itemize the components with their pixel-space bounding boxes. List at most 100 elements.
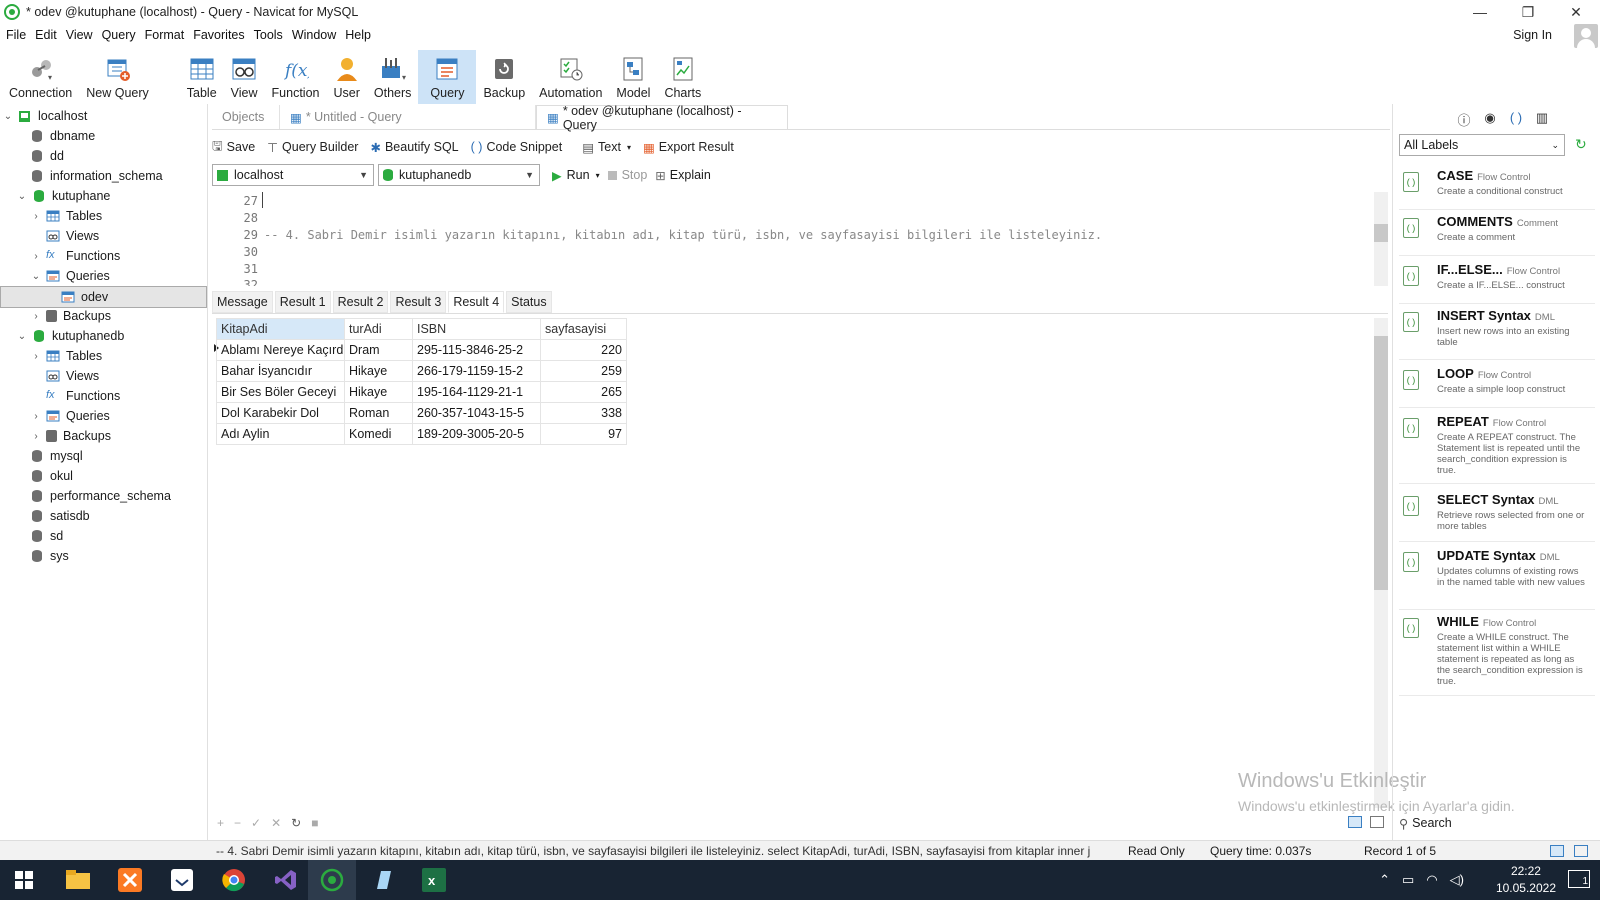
tree-node-functions[interactable]: fx Functions xyxy=(46,386,120,406)
menu-edit[interactable]: Edit xyxy=(31,28,61,42)
run-button[interactable]: ▶ Run ▾ xyxy=(552,168,600,183)
chevron-right-icon[interactable]: › xyxy=(30,411,42,422)
menu-query[interactable]: Query xyxy=(98,28,140,42)
add-record-button[interactable]: + xyxy=(217,816,224,830)
wifi-icon[interactable]: ◠ xyxy=(1426,872,1437,888)
snippet-repeat[interactable]: ( ) REPEAT Flow Control Create A REPEAT con… xyxy=(1399,414,1595,484)
table-row[interactable]: Bir Ses Böler Geceyi Hikaye 195-164-1129… xyxy=(216,381,627,403)
taskbar-xampp[interactable] xyxy=(106,860,154,900)
restore-button[interactable]: ❐ xyxy=(1504,0,1552,24)
cell-sayfasayisi[interactable]: 259 xyxy=(540,360,627,382)
snippet-loop[interactable]: ( ) LOOP Flow Control Create a simple loop … xyxy=(1399,366,1595,408)
discard-changes-button[interactable]: ✕ xyxy=(271,816,281,830)
volume-icon[interactable]: ◁) xyxy=(1450,872,1464,888)
snippet-insert-syntax[interactable]: ( ) INSERT Syntax DML Insert new rows into … xyxy=(1399,308,1595,360)
refresh-snippets-icon[interactable]: ↻ xyxy=(1575,136,1587,153)
explain-button[interactable]: ⊞ Explain xyxy=(655,168,710,183)
taskbar-notepad[interactable] xyxy=(360,860,408,900)
delete-record-button[interactable]: − xyxy=(234,816,241,830)
user-button[interactable]: User xyxy=(327,50,367,104)
tree-node-sd[interactable]: sd xyxy=(30,526,63,546)
sql-editor[interactable]: 27 28 29 30 31 32 -- 4. Sabri Demir isim… xyxy=(212,192,1388,286)
tree-node-localhost[interactable]: ⌄ localhost xyxy=(2,106,88,126)
model-button[interactable]: Model xyxy=(609,50,657,104)
tree-node-performance-schema[interactable]: performance_schema xyxy=(30,486,171,506)
cell-kitapadi[interactable]: Adı Aylin xyxy=(216,423,345,445)
taskbar-visual-studio[interactable] xyxy=(262,860,310,900)
cell-isbn[interactable]: 295-115-3846-25-2 xyxy=(412,339,541,361)
battery-icon[interactable]: ▭ xyxy=(1402,872,1414,888)
template-icon[interactable]: ▥ xyxy=(1529,110,1555,129)
chevron-down-icon[interactable]: ⌄ xyxy=(2,111,14,122)
cell-kitapadi[interactable]: Ablamı Nereye Kaçırdı xyxy=(216,339,345,361)
form-view-icon[interactable] xyxy=(1370,816,1384,828)
stop-button[interactable]: Stop xyxy=(607,168,647,182)
automation-button[interactable]: Automation xyxy=(532,50,609,104)
taskbar-excel[interactable]: x xyxy=(410,860,458,900)
sign-in-link[interactable]: Sign In xyxy=(1513,28,1552,42)
tree-node-views[interactable]: Views xyxy=(46,226,99,246)
cell-isbn[interactable]: 189-209-3005-20-5 xyxy=(412,423,541,445)
snippet-case[interactable]: ( ) CASE Flow Control Create a conditional … xyxy=(1399,168,1595,210)
menu-file[interactable]: File xyxy=(2,28,30,42)
backup-button[interactable]: Backup xyxy=(476,50,532,104)
column-header-sayfasayisi[interactable]: sayfasayisi xyxy=(540,318,627,340)
table-row[interactable]: Ablamı Nereye Kaçırdı Dram 295-115-3846-… xyxy=(216,339,627,361)
text-button[interactable]: ▤ Text ▾ xyxy=(582,140,631,155)
menu-format[interactable]: Format xyxy=(141,28,189,42)
function-button[interactable]: f(x) Function xyxy=(265,50,327,104)
tree-node-dbname[interactable]: dbname xyxy=(30,126,95,146)
snippet-if-else[interactable]: ( ) IF...ELSE... Flow Control Create a IF..… xyxy=(1399,262,1595,304)
taskbar-clock[interactable]: 22:22 10.05.2022 xyxy=(1496,863,1556,897)
query-button[interactable]: Query xyxy=(418,50,477,104)
menu-view[interactable]: View xyxy=(62,28,97,42)
tree-node-information-schema[interactable]: information_schema xyxy=(30,166,163,186)
tree-node-queries[interactable]: ⌄ Queries xyxy=(30,266,110,286)
tree-node-okul[interactable]: okul xyxy=(30,466,73,486)
taskbar-app[interactable] xyxy=(158,860,206,900)
database-select[interactable]: kutuphanedb ▼ xyxy=(378,164,540,186)
cell-kitapadi[interactable]: Bahar İsyancıdır xyxy=(216,360,345,382)
query-builder-button[interactable]: ⊤ Query Builder xyxy=(267,140,358,155)
save-button[interactable]: 🖫 Save xyxy=(212,137,255,158)
snippet-while[interactable]: ( ) WHILE Flow Control Create a WHILE const… xyxy=(1399,614,1595,696)
eye-icon[interactable]: ◉ xyxy=(1477,110,1503,129)
panel-toggle-icon[interactable] xyxy=(1574,845,1588,857)
table-row[interactable]: Dol Karabekir Dol Roman 260-357-1043-15-… xyxy=(216,402,627,424)
tree-node-satisdb[interactable]: satisdb xyxy=(30,506,90,526)
tree-node-kutuphane[interactable]: ⌄ kutuphane xyxy=(16,186,111,206)
cell-turadi[interactable]: Dram xyxy=(344,339,413,361)
grid-scrollbar[interactable] xyxy=(1374,318,1388,808)
refresh-button[interactable]: ↻ xyxy=(291,816,301,830)
tree-node-kutuphanedb[interactable]: ⌄ kutuphanedb xyxy=(16,326,125,346)
stop-button[interactable]: ■ xyxy=(311,816,318,830)
tree-node-queries[interactable]: › Queries xyxy=(30,406,109,426)
cell-sayfasayisi[interactable]: 265 xyxy=(540,381,627,403)
grid-view-icon[interactable] xyxy=(1348,816,1362,828)
avatar[interactable] xyxy=(1574,24,1598,48)
tab-result-3[interactable]: Result 3 xyxy=(390,291,447,313)
cell-isbn[interactable]: 260-357-1043-15-5 xyxy=(412,402,541,424)
new-query-button[interactable]: New Query xyxy=(79,50,156,104)
tree-node-tables[interactable]: › Tables xyxy=(30,206,102,226)
taskbar-navicat[interactable] xyxy=(308,860,356,900)
chevron-right-icon[interactable]: › xyxy=(30,311,42,322)
tree-node-views[interactable]: Views xyxy=(46,366,99,386)
snippet-search[interactable]: ⚲ Search xyxy=(1393,812,1600,834)
info-icon[interactable]: ⓘ xyxy=(1451,110,1477,129)
menu-favorites[interactable]: Favorites xyxy=(189,28,248,42)
column-header-kitapadi[interactable]: KitapAdi xyxy=(216,318,345,340)
chevron-up-icon[interactable]: ⌃ xyxy=(1379,872,1390,888)
apply-changes-button[interactable]: ✓ xyxy=(251,816,261,830)
cell-kitapadi[interactable]: Bir Ses Böler Geceyi xyxy=(216,381,345,403)
cell-turadi[interactable]: Roman xyxy=(344,402,413,424)
charts-button[interactable]: Charts xyxy=(657,50,708,104)
table-button[interactable]: Table xyxy=(180,50,224,104)
tab-message[interactable]: Message xyxy=(212,291,273,313)
code-snippet-button[interactable]: ( ) Code Snippet xyxy=(471,140,563,154)
chevron-right-icon[interactable]: › xyxy=(30,431,42,442)
editor-scrollbar[interactable] xyxy=(1374,192,1388,286)
chevron-down-icon[interactable]: ⌄ xyxy=(16,191,28,202)
menu-tools[interactable]: Tools xyxy=(250,28,287,42)
snippet-comments[interactable]: ( ) COMMENTS Comment Create a comment xyxy=(1399,214,1595,256)
